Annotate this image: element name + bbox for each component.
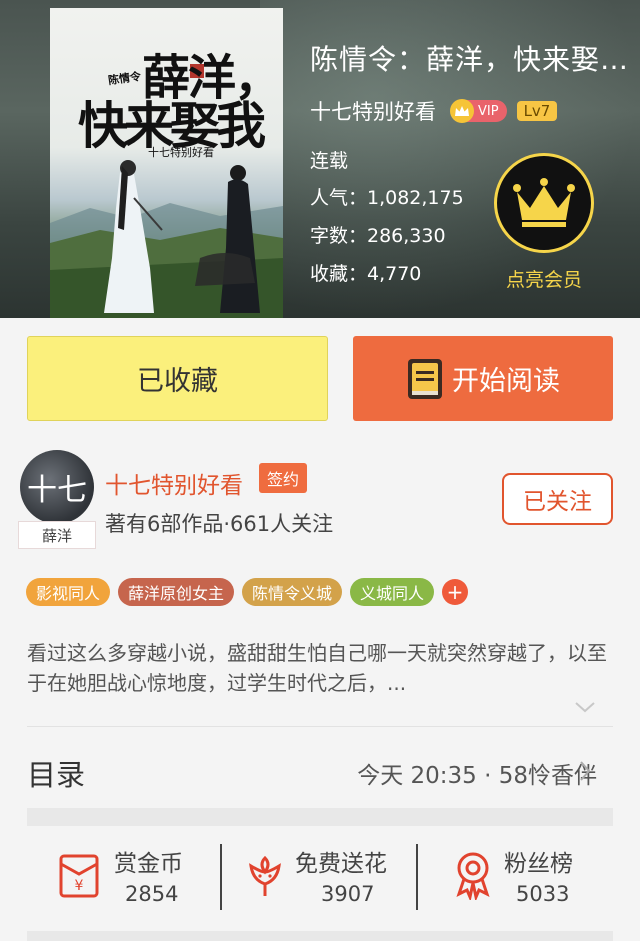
favorites-stat: 收藏：4,770 <box>310 263 422 285</box>
add-tag-button[interactable]: + <box>442 579 469 605</box>
book-icon <box>408 358 442 399</box>
free-flowers-value: 3907 <box>321 882 375 906</box>
popularity-stat: 人气：1,082,175 <box>310 187 464 209</box>
book-cover[interactable]: 陈情令 薛洋， 快来娶我 十七特别好看 <box>50 8 283 318</box>
fan-ranking-label: 粉丝榜 <box>504 851 573 877</box>
section-separator <box>27 931 613 941</box>
chevron-down-icon[interactable] <box>574 700 596 714</box>
author-name[interactable]: 十七特别好看 <box>105 466 243 500</box>
vip-badge: VIP <box>450 99 507 123</box>
medal-icon <box>456 852 490 900</box>
tag-item[interactable]: 陈情令义城 <box>242 578 343 606</box>
member-button[interactable] <box>494 153 594 253</box>
cover-pen-name: 十七特别好看 <box>148 146 214 159</box>
vip-label: VIP <box>478 103 499 119</box>
tag-label: 影视同人 <box>36 584 101 603</box>
red-envelope-icon: ¥ <box>59 854 99 898</box>
tag-label: 薛洋原创女主 <box>128 584 225 603</box>
tag-item[interactable]: 影视同人 <box>26 578 111 606</box>
follow-button-label: 已关注 <box>523 489 592 515</box>
word-count-stat: 字数：286,330 <box>310 225 446 247</box>
follow-button[interactable]: 已关注 <box>502 473 613 525</box>
book-title: 陈情令：薛洋，快来娶… <box>310 43 630 76</box>
author-avatar[interactable]: 十七 <box>20 450 94 524</box>
author-meta: 著有6部作品·661人关注 <box>105 512 334 536</box>
stat-separator <box>220 844 222 910</box>
start-reading-button[interactable]: 开始阅读 <box>353 336 613 421</box>
divider <box>27 726 613 727</box>
level-badge: Lv7 <box>516 101 558 121</box>
favorite-button[interactable]: 已收藏 <box>27 336 328 421</box>
tag-item[interactable]: 义城同人 <box>350 578 435 606</box>
chevron-right-icon[interactable] <box>578 759 592 783</box>
catalog-title[interactable]: 目录 <box>27 752 85 794</box>
book-header: 陈情令 薛洋， 快来娶我 十七特别好看 陈情令：薛洋，快来娶… 十七特别好看 V… <box>0 0 640 318</box>
tag-list: 影视同人 薛洋原创女主 陈情令义城 义城同人 + <box>26 578 469 606</box>
latest-chapter[interactable]: 今天 20:35 · 58怜香伴 <box>357 756 597 790</box>
synopsis-text[interactable]: 看过这么多穿越小说，盛甜甜生怕自己哪一天就突然穿越了，以至于在她胆战心惊地度，过… <box>27 638 615 698</box>
vip-crown-icon <box>450 99 474 123</box>
flower-icon <box>249 855 281 896</box>
tag-label: 义城同人 <box>360 584 425 603</box>
author-row: 十七特别好看 VIP Lv7 <box>310 96 558 126</box>
avatar-tag: 薛洋 <box>18 521 96 549</box>
crown-icon <box>513 178 575 227</box>
reward-coins-label: 赏金币 <box>114 851 183 877</box>
tag-item[interactable]: 薛洋原创女主 <box>118 578 235 606</box>
member-label[interactable]: 点亮会员 <box>494 265 594 292</box>
header-author-name[interactable]: 十七特别好看 <box>310 96 436 126</box>
section-separator <box>27 808 613 826</box>
favorite-button-label: 已收藏 <box>137 366 218 397</box>
stat-separator <box>416 844 418 910</box>
free-flowers-label: 免费送花 <box>295 851 387 877</box>
book-detail-panel: 已收藏 开始阅读 十七 薛洋 十七特别好看 签约 著有6部作品·661人关注 已… <box>0 318 640 941</box>
tag-label: 陈情令义城 <box>252 584 333 603</box>
signed-badge: 签约 <box>259 463 308 493</box>
svg-text:¥: ¥ <box>75 878 84 894</box>
avatar-text: 十七 <box>27 473 87 508</box>
fan-ranking-value: 5033 <box>516 882 570 906</box>
start-reading-label: 开始阅读 <box>452 366 560 397</box>
serial-status: 连载 <box>310 150 349 172</box>
reward-coins-value: 2854 <box>125 882 179 906</box>
